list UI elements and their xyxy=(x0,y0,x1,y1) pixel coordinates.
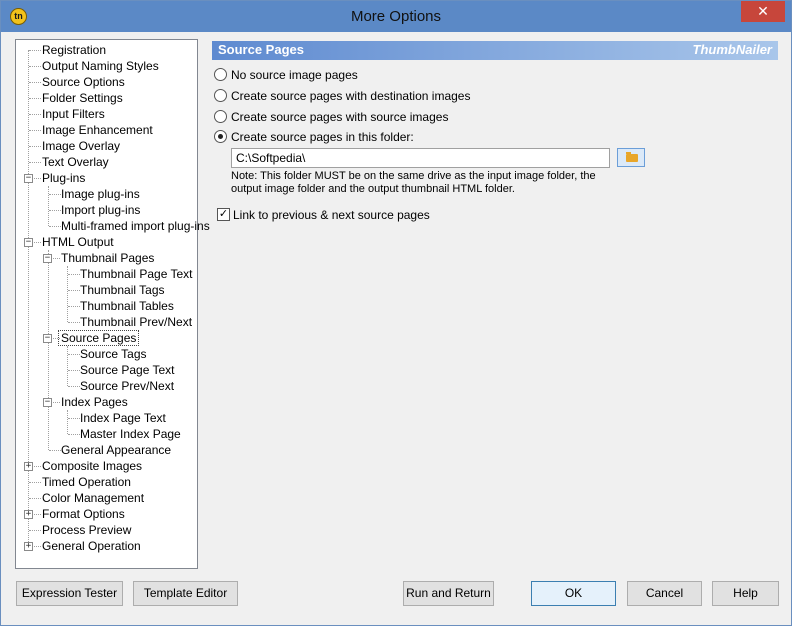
tree-item-timed-operation[interactable]: Timed Operation xyxy=(40,474,133,490)
radio-no-source-pages[interactable] xyxy=(214,68,227,81)
link-prev-next-checkbox[interactable]: ✓ xyxy=(217,208,230,221)
link-prev-next-option[interactable]: ✓ Link to previous & next source pages xyxy=(217,207,437,223)
collapse-thumbnail-pages-icon[interactable]: − xyxy=(43,254,52,263)
ok-button[interactable]: OK xyxy=(531,581,616,606)
section-title: Source Pages xyxy=(218,42,304,57)
radio-destination-images[interactable] xyxy=(214,89,227,102)
folder-path-input[interactable] xyxy=(231,148,610,168)
tree-item-source-prev-next[interactable]: Source Prev/Next xyxy=(78,378,176,394)
tree-item-master-index-page[interactable]: Master Index Page xyxy=(78,426,183,442)
tree-item-composite-images[interactable]: Composite Images xyxy=(40,458,144,474)
tree-item-folder-settings[interactable]: Folder Settings xyxy=(40,90,125,106)
option-source-images[interactable]: Create source pages with source images xyxy=(214,109,474,125)
expand-composite-images-icon[interactable]: + xyxy=(24,462,33,471)
brand-label: ThumbNailer xyxy=(692,42,772,57)
expand-format-options-icon[interactable]: + xyxy=(24,510,33,519)
tree-item-plug-ins[interactable]: Plug-ins xyxy=(40,170,87,186)
tree-item-thumbnail-page-text[interactable]: Thumbnail Page Text xyxy=(78,266,195,282)
tree-item-general-operation[interactable]: General Operation xyxy=(40,538,143,554)
collapse-index-pages-icon[interactable]: − xyxy=(43,398,52,407)
help-button[interactable]: Help xyxy=(712,581,779,606)
tree-item-output-naming-styles[interactable]: Output Naming Styles xyxy=(40,58,161,74)
tree-item-general-appearance[interactable]: General Appearance xyxy=(59,442,173,458)
folder-icon xyxy=(626,152,638,162)
option-no-source-pages[interactable]: No source image pages xyxy=(214,67,414,83)
tree-item-thumbnail-tags[interactable]: Thumbnail Tags xyxy=(78,282,167,298)
tree-item-source-page-text[interactable]: Source Page Text xyxy=(78,362,177,378)
run-and-return-button[interactable]: Run and Return xyxy=(403,581,494,606)
tree-item-color-management[interactable]: Color Management xyxy=(40,490,146,506)
option-destination-images[interactable]: Create source pages with destination ima… xyxy=(214,88,474,104)
section-header: Source Pages ThumbNailer xyxy=(212,41,778,60)
tree-item-image-enhancement[interactable]: Image Enhancement xyxy=(40,122,155,138)
more-options-window: tn More Options ✕ − − − − − + + + Regist… xyxy=(0,0,792,626)
tree-item-image-plug-ins[interactable]: Image plug-ins xyxy=(59,186,142,202)
radio-label: No source image pages xyxy=(231,68,358,82)
radio-label: Create source pages with source images xyxy=(231,110,449,124)
template-editor-button[interactable]: Template Editor xyxy=(133,581,238,606)
radio-label: Create source pages in this folder: xyxy=(231,130,414,144)
tree-item-input-filters[interactable]: Input Filters xyxy=(40,106,107,122)
options-tree[interactable]: − − − − − + + + Registration Output Nami… xyxy=(15,39,210,569)
browse-folder-button[interactable] xyxy=(617,148,645,167)
tree-item-source-tags[interactable]: Source Tags xyxy=(78,346,149,362)
tree-item-index-page-text[interactable]: Index Page Text xyxy=(78,410,168,426)
window-title: More Options xyxy=(350,8,442,25)
checkbox-label: Link to previous & next source pages xyxy=(233,208,430,222)
tree-item-process-preview[interactable]: Process Preview xyxy=(40,522,133,538)
tree-item-source-options[interactable]: Source Options xyxy=(40,74,127,90)
tree-item-thumbnail-prev-next[interactable]: Thumbnail Prev/Next xyxy=(78,314,194,330)
tree-item-source-pages[interactable]: Source Pages xyxy=(58,330,140,346)
radio-label: Create source pages with destination ima… xyxy=(231,89,471,103)
radio-source-images[interactable] xyxy=(214,110,227,123)
tree-item-text-overlay[interactable]: Text Overlay xyxy=(40,154,111,170)
tree-item-format-options[interactable]: Format Options xyxy=(40,506,127,522)
option-this-folder[interactable]: Create source pages in this folder: xyxy=(214,129,474,145)
title-bar: tn More Options ✕ xyxy=(1,1,791,32)
tree-item-image-overlay[interactable]: Image Overlay xyxy=(40,138,122,154)
cancel-button[interactable]: Cancel xyxy=(627,581,702,606)
tree-item-multi-framed-import-plug-ins[interactable]: Multi-framed import plug-ins xyxy=(59,218,212,234)
close-button[interactable]: ✕ xyxy=(741,1,785,22)
expression-tester-button[interactable]: Expression Tester xyxy=(16,581,123,606)
tree-item-thumbnail-pages[interactable]: Thumbnail Pages xyxy=(59,250,156,266)
tree-item-thumbnail-tables[interactable]: Thumbnail Tables xyxy=(78,298,176,314)
tree-item-import-plug-ins[interactable]: Import plug-ins xyxy=(59,202,142,218)
tree-item-index-pages[interactable]: Index Pages xyxy=(59,394,130,410)
collapse-plugins-icon[interactable]: − xyxy=(24,174,33,183)
folder-note: Note: This folder MUST be on the same dr… xyxy=(231,170,596,195)
tree-item-registration[interactable]: Registration xyxy=(40,42,108,58)
radio-this-folder[interactable] xyxy=(214,130,227,143)
collapse-html-output-icon[interactable]: − xyxy=(24,238,33,247)
collapse-source-pages-icon[interactable]: − xyxy=(43,334,52,343)
tree-item-html-output[interactable]: HTML Output xyxy=(40,234,116,250)
expand-general-operation-icon[interactable]: + xyxy=(24,542,33,551)
